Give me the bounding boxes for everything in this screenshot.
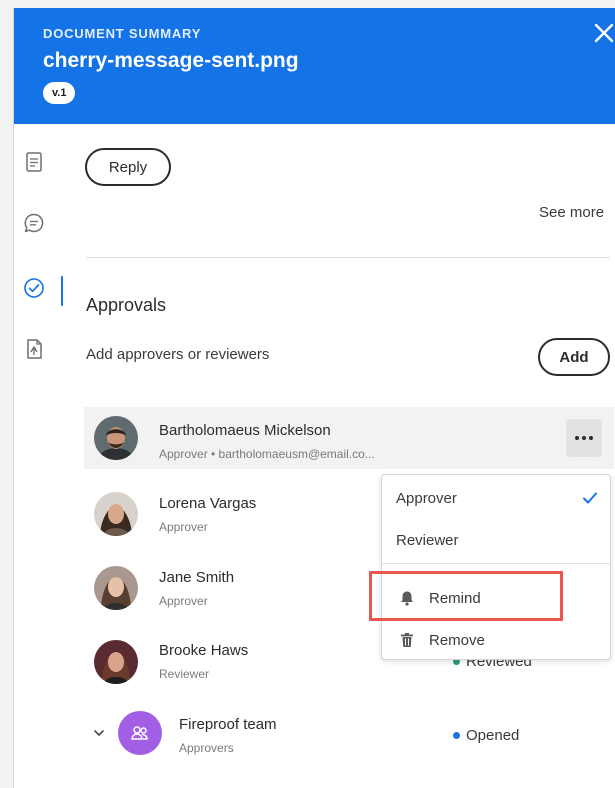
- checkmark-icon: [582, 491, 598, 505]
- section-divider: [86, 257, 610, 258]
- rail-active-indicator: [61, 276, 63, 306]
- document-summary-panel: DOCUMENT SUMMARY cherry-message-sent.png…: [13, 8, 615, 788]
- approvals-subtitle: Add approvers or reviewers: [86, 346, 270, 363]
- status-dot-icon: [453, 732, 460, 739]
- person-role: Approver • bartholomaeusm@email.co...: [159, 447, 375, 461]
- panel-header: DOCUMENT SUMMARY cherry-message-sent.png…: [14, 8, 615, 124]
- team-name: Fireproof team: [179, 716, 277, 733]
- version-badge: v.1: [43, 82, 76, 104]
- team-role: Approvers: [179, 741, 234, 755]
- person-role: Reviewer: [159, 667, 210, 681]
- team-avatar: [118, 711, 162, 755]
- menu-item-reviewer[interactable]: Reviewer: [382, 522, 610, 558]
- file-compare-icon[interactable]: [22, 337, 46, 361]
- approvals-heading: Approvals: [86, 295, 167, 315]
- avatar: [94, 640, 138, 684]
- more-dot-icon: [589, 436, 593, 440]
- status-label: Opened: [466, 727, 520, 744]
- trash-icon: [398, 631, 416, 649]
- menu-item-remove[interactable]: Remove: [382, 622, 610, 658]
- more-dot-icon: [582, 436, 586, 440]
- panel-eyebrow: DOCUMENT SUMMARY: [43, 26, 202, 41]
- person-role: Approver: [159, 594, 208, 608]
- remind-highlight-box: [369, 571, 563, 621]
- add-approver-button[interactable]: Add: [538, 338, 610, 376]
- more-dot-icon: [575, 436, 579, 440]
- file-name: cherry-message-sent.png: [43, 49, 299, 72]
- person-name: Jane Smith: [159, 569, 235, 586]
- menu-item-approver[interactable]: Approver: [382, 480, 610, 516]
- menu-item-label: Reviewer: [396, 531, 459, 549]
- more-options-button[interactable]: [566, 419, 602, 457]
- person-name: Bartholomaeus Mickelson: [159, 422, 331, 439]
- avatar: [94, 492, 138, 536]
- menu-item-label: Approver: [396, 489, 457, 507]
- approver-options-menu: Approver Reviewer Remind Remove: [381, 474, 611, 660]
- avatar: [94, 416, 138, 460]
- person-name: Brooke Haws: [159, 642, 249, 659]
- comment-icon[interactable]: [22, 211, 46, 235]
- close-icon[interactable]: [592, 20, 615, 46]
- approval-check-icon[interactable]: [22, 276, 46, 300]
- status-badge: Opened: [453, 727, 519, 744]
- document-icon[interactable]: [22, 150, 46, 174]
- menu-divider: [382, 563, 610, 564]
- chevron-down-icon[interactable]: [92, 726, 106, 740]
- avatar: [94, 566, 138, 610]
- see-more-link[interactable]: See more: [539, 204, 604, 221]
- menu-item-label: Remove: [429, 631, 485, 649]
- person-name: Lorena Vargas: [159, 495, 257, 512]
- reply-button[interactable]: Reply: [85, 148, 171, 186]
- person-role: Approver: [159, 520, 208, 534]
- team-icon: [131, 726, 148, 740]
